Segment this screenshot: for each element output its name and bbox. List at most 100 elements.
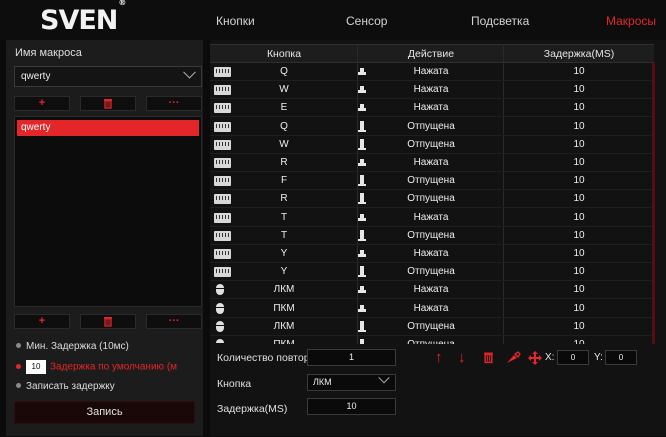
table-row[interactable]: Y Отпущена 10	[210, 263, 654, 282]
delete-icon	[104, 99, 112, 109]
step-action: Отпущена	[407, 320, 455, 332]
step-action: Отпущена	[407, 229, 455, 241]
step-delay: 10	[573, 175, 585, 187]
table-row[interactable]: E Нажата 10	[210, 99, 654, 118]
arrow-up-icon: ↑	[435, 349, 443, 366]
table-row[interactable]: Y Нажата 10	[210, 245, 654, 263]
pick-position-button[interactable]	[506, 351, 521, 367]
move-icon	[528, 351, 542, 365]
record-delay-option[interactable]: Записать задержку	[16, 381, 115, 392]
step-key: E	[280, 102, 288, 114]
min-delay-option[interactable]: Мин. Задержка (10мс)	[16, 341, 129, 352]
move-up-button[interactable]: ↑	[435, 349, 443, 366]
button-select-value: ЛКМ	[313, 377, 332, 387]
step-delay: 10	[573, 84, 585, 96]
step-action: Нажата	[413, 284, 449, 296]
delay-input[interactable]: 10	[307, 398, 396, 415]
top-bar: SVEN® Кнопки Сенсор Подсветка Макросы	[0, 0, 666, 40]
default-delay-input[interactable]: 10	[26, 360, 46, 374]
step-action: Отпущена	[407, 266, 455, 278]
tab-macros[interactable]: Макросы	[606, 14, 656, 28]
y-label: Y:	[594, 352, 603, 363]
step-key: ЛКМ	[273, 284, 295, 296]
x-coordinate-input[interactable]: 0	[557, 350, 589, 365]
move-cursor-button[interactable]	[528, 351, 542, 368]
step-delay: 10	[573, 66, 585, 77]
delay-label: Задержка(MS)	[217, 403, 288, 415]
step-delay: 10	[573, 157, 585, 168]
macro-steps-table[interactable]: Q Нажата 10 W Нажата 10 E Нажата 10 Q Отпущена 10 W О…	[210, 63, 654, 344]
table-row[interactable]: R Отпущена 10	[210, 190, 654, 209]
step-key: W	[279, 138, 289, 150]
step-key: T	[280, 211, 288, 223]
table-header: Кнопка Действие Задержка(MS)	[210, 44, 654, 63]
table-row[interactable]: ЛКМ Нажата 10	[210, 281, 654, 300]
more-step-button[interactable]: ···	[146, 314, 202, 329]
step-action: Нажата	[413, 102, 449, 114]
y-coordinate-input[interactable]: 0	[605, 350, 637, 365]
brand-logo: SVEN®	[40, 0, 126, 36]
step-action: Нажата	[413, 157, 449, 168]
step-action: Отпущена	[407, 175, 455, 187]
repeat-count-input[interactable]: 1	[307, 349, 396, 366]
macro-name-label: Имя макроса	[15, 47, 82, 59]
table-row[interactable]: F Отпущена 10	[210, 172, 654, 191]
table-row[interactable]: W Нажата 10	[210, 81, 654, 100]
step-delay: 10	[573, 138, 585, 150]
macro-list[interactable]: qwerty	[14, 116, 202, 307]
tab-sensor[interactable]: Сенсор	[346, 14, 387, 28]
step-delay: 10	[573, 320, 585, 332]
table-row[interactable]: Q Нажата 10	[210, 63, 654, 81]
step-key: R	[280, 193, 288, 205]
step-delay: 10	[573, 120, 585, 132]
button-select[interactable]: ЛКМ	[307, 372, 396, 391]
step-action: Отпущена	[407, 138, 455, 150]
step-delay: 10	[573, 266, 585, 278]
move-down-button[interactable]: ↓	[458, 349, 466, 366]
step-key: Y	[280, 248, 288, 259]
step-key: Q	[280, 120, 288, 132]
add-step-button[interactable]: +	[14, 314, 70, 329]
macro-buttons-bottom: + ···	[14, 314, 202, 329]
x-label: X:	[545, 352, 555, 363]
column-header-button: Кнопка	[266, 48, 302, 60]
radio-icon	[16, 382, 21, 388]
radio-icon	[16, 342, 21, 348]
macro-select-value: qwerty	[21, 71, 51, 82]
step-key: F	[280, 175, 288, 187]
tab-buttons[interactable]: Кнопки	[216, 14, 255, 28]
delete-step-button[interactable]	[80, 314, 136, 329]
step-action: Отпущена	[407, 193, 455, 205]
list-item[interactable]: qwerty	[17, 120, 199, 136]
add-macro-button[interactable]: +	[14, 96, 70, 111]
step-key: W	[279, 84, 289, 96]
step-key: T	[280, 229, 288, 241]
step-delay: 10	[573, 302, 585, 314]
default-delay-option[interactable]: 10 Задержка по умолчанию (м	[16, 360, 177, 374]
table-row[interactable]: T Отпущена 10	[210, 227, 654, 245]
table-row[interactable]: ПКМОтпущена10	[210, 336, 654, 344]
delete-macro-button[interactable]	[80, 96, 136, 111]
cursor-pick-icon	[507, 351, 521, 363]
step-delay: 10	[573, 248, 585, 259]
table-row[interactable]: W Отпущена 10	[210, 136, 654, 154]
table-row[interactable]: R Нажата 10	[210, 154, 654, 172]
record-button[interactable]: Запись	[14, 401, 195, 424]
step-action: Нажата	[413, 248, 449, 259]
tab-lighting[interactable]: Подсветка	[471, 14, 529, 28]
step-key: ПКМ	[273, 302, 295, 314]
more-macro-button[interactable]: ···	[146, 96, 202, 111]
step-action: Нажата	[413, 211, 449, 223]
step-action: Нажата	[413, 84, 449, 96]
table-row[interactable]: T Нажата 10	[210, 209, 654, 227]
step-key: Q	[280, 66, 288, 77]
chevron-down-icon	[378, 372, 390, 384]
delete-step-tool-button[interactable]	[483, 351, 494, 367]
table-row[interactable]: ЛКМ Отпущена 10	[210, 318, 654, 336]
step-key: ПКМ	[210, 339, 358, 344]
table-row[interactable]: Q Отпущена 10	[210, 118, 654, 136]
arrow-down-icon: ↓	[458, 349, 466, 366]
table-scrollbar[interactable]	[652, 63, 655, 344]
table-row[interactable]: ПКМ Нажата 10	[210, 300, 654, 318]
macro-select[interactable]: qwerty	[14, 65, 202, 87]
